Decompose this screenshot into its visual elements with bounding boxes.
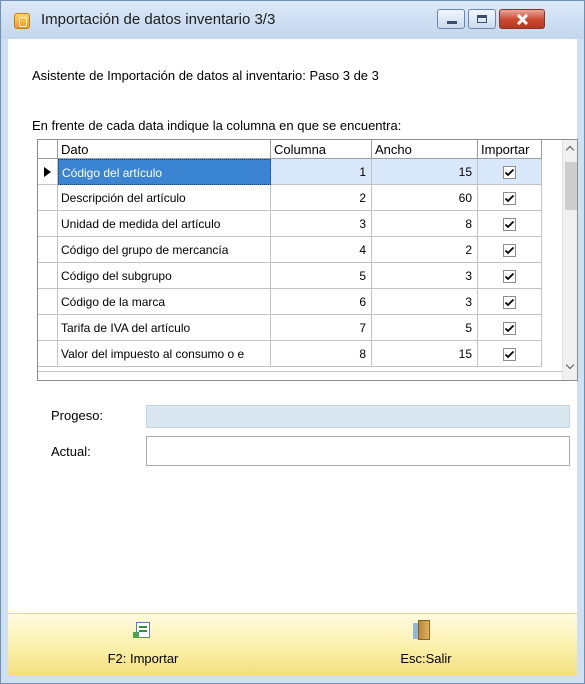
- exit-button[interactable]: Esc:Salir: [326, 614, 526, 676]
- columna-cell[interactable]: 1: [271, 159, 372, 185]
- column-header[interactable]: Importar: [478, 140, 542, 159]
- progress-bar: [146, 405, 570, 428]
- importar-cell[interactable]: [478, 237, 542, 263]
- columna-cell[interactable]: 4: [271, 237, 372, 263]
- ancho-cell[interactable]: 8: [372, 211, 478, 237]
- grid-bottom-border: [38, 371, 562, 372]
- columna-cell[interactable]: 6: [271, 289, 372, 315]
- columna-cell[interactable]: 8: [271, 341, 372, 367]
- row-header-corner: [38, 140, 58, 159]
- row-selector[interactable]: [38, 211, 58, 237]
- ancho-cell[interactable]: 3: [372, 289, 478, 315]
- wizard-step-heading: Asistente de Importación de datos al inv…: [32, 68, 379, 83]
- column-header[interactable]: Ancho: [372, 140, 478, 159]
- import-button-label: F2: Importar: [107, 651, 179, 666]
- actual-label: Actual:: [51, 444, 91, 459]
- importar-cell[interactable]: [478, 341, 542, 367]
- exit-door-icon: [413, 620, 430, 640]
- table-row[interactable]: Código del artículo 1 15: [38, 159, 562, 185]
- table-row[interactable]: Descripción del artículo 2 60: [38, 185, 562, 211]
- column-header[interactable]: Dato: [58, 140, 271, 159]
- dato-cell[interactable]: Código de la marca: [58, 289, 271, 315]
- table-row[interactable]: Código del subgrupo 5 3: [38, 263, 562, 289]
- scroll-up-arrow-icon[interactable]: [563, 140, 577, 157]
- row-selector[interactable]: [38, 289, 58, 315]
- table-row[interactable]: Código del grupo de mercancía 4 2: [38, 237, 562, 263]
- importar-cell[interactable]: [478, 289, 542, 315]
- row-selector[interactable]: [38, 159, 58, 185]
- dato-cell[interactable]: Descripción del artículo: [58, 185, 271, 211]
- importar-checkbox[interactable]: [503, 217, 516, 232]
- importar-checkbox[interactable]: [503, 321, 516, 336]
- grid-vertical-scrollbar[interactable]: [562, 140, 577, 380]
- importar-checkbox[interactable]: [503, 165, 516, 180]
- app-icon: [14, 13, 30, 29]
- columna-cell[interactable]: 3: [271, 211, 372, 237]
- importar-checkbox[interactable]: [503, 347, 516, 362]
- window-title: Importación de datos inventario 3/3: [41, 11, 276, 28]
- importar-checkbox[interactable]: [503, 295, 516, 310]
- importar-cell[interactable]: [478, 263, 542, 289]
- ancho-cell[interactable]: 5: [372, 315, 478, 341]
- ancho-cell[interactable]: 15: [372, 159, 478, 185]
- import-icon: [133, 622, 150, 638]
- importar-checkbox[interactable]: [503, 191, 516, 206]
- row-selector[interactable]: [38, 185, 58, 211]
- row-selector[interactable]: [38, 315, 58, 341]
- row-selector[interactable]: [38, 237, 58, 263]
- instruction-text: En frente de cada data indique la column…: [32, 118, 402, 133]
- row-selector[interactable]: [38, 263, 58, 289]
- table-row[interactable]: Unidad de medida del artículo 3 8: [38, 211, 562, 237]
- importar-cell[interactable]: [478, 159, 542, 185]
- import-wizard-window: Importación de datos inventario 3/3 Asis…: [0, 0, 585, 684]
- table-row[interactable]: Tarifa de IVA del artículo 7 5: [38, 315, 562, 341]
- columna-cell[interactable]: 5: [271, 263, 372, 289]
- column-header[interactable]: Columna: [271, 140, 372, 159]
- row-selector[interactable]: [38, 341, 58, 367]
- progress-label: Progeso:: [51, 408, 104, 423]
- dato-cell[interactable]: Código del subgrupo: [58, 263, 271, 289]
- actual-field[interactable]: [146, 436, 570, 466]
- scroll-thumb[interactable]: [565, 162, 577, 210]
- importar-cell[interactable]: [478, 315, 542, 341]
- dato-cell[interactable]: Unidad de medida del artículo: [58, 211, 271, 237]
- maximize-button[interactable]: [468, 9, 496, 29]
- exit-button-label: Esc:Salir: [400, 651, 452, 666]
- close-button[interactable]: [499, 9, 545, 29]
- table-row[interactable]: Valor del impuesto al consumo o e 8 15: [38, 341, 562, 367]
- columna-cell[interactable]: 7: [271, 315, 372, 341]
- dato-cell[interactable]: Valor del impuesto al consumo o e: [58, 341, 271, 367]
- import-button[interactable]: F2: Importar: [43, 614, 243, 676]
- current-row-arrow-icon: [44, 167, 51, 177]
- ancho-cell[interactable]: 15: [372, 341, 478, 367]
- wizard-content: Asistente de Importación de datos al inv…: [8, 39, 578, 613]
- minimize-button[interactable]: [437, 9, 465, 29]
- ancho-cell[interactable]: 3: [372, 263, 478, 289]
- dato-cell[interactable]: Código del artículo: [58, 159, 271, 185]
- table-row[interactable]: Código de la marca 6 3: [38, 289, 562, 315]
- importar-checkbox[interactable]: [503, 243, 516, 258]
- scroll-down-arrow-icon[interactable]: [563, 360, 577, 377]
- importar-checkbox[interactable]: [503, 269, 516, 284]
- importar-cell[interactable]: [478, 211, 542, 237]
- columna-cell[interactable]: 2: [271, 185, 372, 211]
- dato-cell[interactable]: Código del grupo de mercancía: [58, 237, 271, 263]
- column-mapping-grid[interactable]: Dato Columna Ancho Importar Código del artíc…: [37, 139, 578, 381]
- dato-cell[interactable]: Tarifa de IVA del artículo: [58, 315, 271, 341]
- title-bar[interactable]: Importación de datos inventario 3/3: [1, 1, 584, 39]
- ancho-cell[interactable]: 2: [372, 237, 478, 263]
- footer-toolbar: F2: Importar Esc:Salir: [8, 613, 577, 676]
- importar-cell[interactable]: [478, 185, 542, 211]
- ancho-cell[interactable]: 60: [372, 185, 478, 211]
